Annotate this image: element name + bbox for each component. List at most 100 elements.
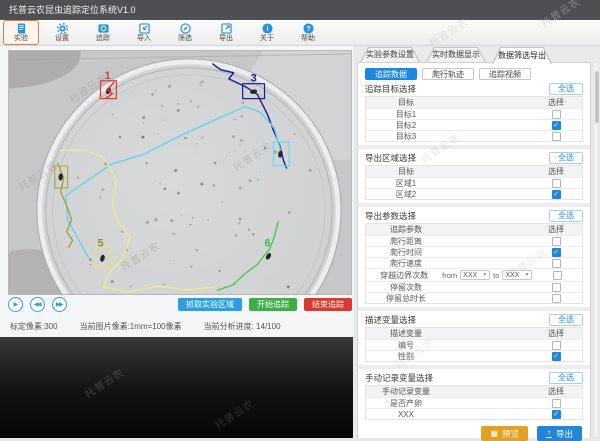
grid-icon: ▦ xyxy=(490,430,498,438)
row-checkbox[interactable] xyxy=(552,237,561,246)
row-label: 爬行时间 xyxy=(366,247,446,258)
toolbar-button-label: 设置 xyxy=(55,35,69,43)
toolbar-button-label: 筛选 xyxy=(178,35,192,43)
toolbar-button-help[interactable]: ?帮助 xyxy=(290,20,326,45)
tab-label: 实时数据显示 xyxy=(426,47,486,62)
selection-table: 目标选择区域1区域2 ✓ xyxy=(365,165,583,200)
toolbar-button-import[interactable]: 导入 xyxy=(126,20,162,45)
chevron-down-icon: ▼ xyxy=(524,272,529,278)
section-header: 导出区域选择全选 xyxy=(365,152,583,163)
subtab-tracking-video[interactable]: 追踪视频 xyxy=(479,68,531,80)
start-tracking-button[interactable]: 开始追踪 xyxy=(249,298,297,311)
table-header-row: 描述变量选择 xyxy=(366,328,582,339)
table-row: 爬行时间 ✓ xyxy=(366,246,582,257)
select-all-button[interactable]: 全选 xyxy=(549,83,583,95)
toolbar-button-label: 实验 xyxy=(14,35,28,43)
row-checkbox[interactable] xyxy=(553,271,562,280)
row-label: 区域2 xyxy=(366,189,446,200)
row-label: 穿越边界次数 xyxy=(366,270,442,281)
row-checkbox[interactable] xyxy=(552,341,561,350)
capture-region-button[interactable]: 抓取实验区域 xyxy=(178,298,242,311)
select-all-button[interactable]: 全选 xyxy=(549,372,583,384)
from-label: from xyxy=(442,271,457,280)
app-title: 托普云农昆虫追踪定位系统V1.0 xyxy=(9,5,136,15)
tab-experiment-params[interactable]: 实验参数设置 xyxy=(360,47,420,62)
toolbar-button-experiment[interactable]: 实验 xyxy=(3,20,39,45)
row-label: 停留总时长 xyxy=(366,293,446,304)
export-icon xyxy=(221,23,232,34)
table-row: 性别✓ xyxy=(366,350,582,361)
row-checkbox[interactable]: ✓ xyxy=(552,248,561,257)
table-row: 区域2 ✓ xyxy=(366,188,582,199)
toolbar-button-label: 导出 xyxy=(219,35,233,43)
column-header: 目标 xyxy=(366,166,446,177)
toolbar-button-track[interactable]: 追踪 xyxy=(85,20,121,45)
column-header: 追踪参数 xyxy=(366,224,446,235)
filter-icon xyxy=(180,23,191,34)
row-checkbox[interactable] xyxy=(552,294,561,303)
export-button[interactable]: ↑导出 xyxy=(537,426,582,441)
row-label: 是否产卵 xyxy=(366,398,446,409)
select-all-button[interactable]: 全选 xyxy=(549,210,583,222)
row-label: 区域1 xyxy=(366,178,446,189)
track-icon xyxy=(98,23,109,34)
select-all-button[interactable]: 全选 xyxy=(549,152,583,164)
scrollbar-thumb[interactable] xyxy=(595,71,599,123)
target-label-6: 6 xyxy=(265,237,271,249)
row-checkbox[interactable]: ✓ xyxy=(552,190,561,199)
section-header: 手动记录变量选择全选 xyxy=(365,372,583,383)
row-checkbox[interactable] xyxy=(552,132,561,141)
range-from-select[interactable]: XXX▼ xyxy=(460,270,490,280)
panel-scrollbar[interactable] xyxy=(593,62,599,438)
play-icon: ▶ xyxy=(13,301,16,308)
row-checkbox[interactable]: ✓ xyxy=(552,352,561,361)
row-label: 目标1 xyxy=(366,109,446,120)
stop-tracking-button[interactable]: 结束追踪 xyxy=(304,298,352,311)
section-divider xyxy=(358,203,590,207)
section-title: 描述变量选择 xyxy=(365,314,416,326)
subtab-tracking-data[interactable]: 追踪数据 xyxy=(365,68,417,80)
table-header-row: 目标选择 xyxy=(366,166,582,177)
selection-table: 手动记录变量选择是否产卵XXX✓ xyxy=(365,385,583,420)
play-button[interactable]: ▶ xyxy=(8,297,23,312)
row-checkbox[interactable] xyxy=(552,110,561,119)
target-label-5: 5 xyxy=(97,237,103,249)
section-header: 追踪目标选择全选 xyxy=(365,83,583,94)
toolbar-button-filter[interactable]: 筛选 xyxy=(167,20,203,45)
row-label: XXX xyxy=(366,410,446,419)
row-checkbox[interactable]: ✓ xyxy=(552,121,561,130)
export-settings-panel: 实验参数设置实时数据显示数据筛选导出 追踪数据爬行轨迹追踪视频追踪目标选择全选目… xyxy=(353,45,600,438)
tab-label: 实验参数设置 xyxy=(360,47,420,62)
video-viewport[interactable]: 1356 xyxy=(8,50,352,295)
selection-table: 描述变量选择编号性别✓ xyxy=(365,327,583,362)
row-checkbox[interactable]: ✓ xyxy=(552,410,561,419)
row-checkbox[interactable] xyxy=(552,283,561,292)
main-tab-bar: 实验参数设置实时数据显示数据筛选导出 xyxy=(360,47,558,63)
select-all-button[interactable]: 全选 xyxy=(549,314,583,326)
section-header: 导出参数选择全选 xyxy=(365,210,583,221)
tab-data-export[interactable]: 数据筛选导出 xyxy=(492,47,552,64)
experiment-icon xyxy=(16,23,27,34)
toolbar-button-settings[interactable]: 设置 xyxy=(44,20,80,45)
toolbar-button-label: 追踪 xyxy=(96,35,110,43)
target-label-3: 3 xyxy=(251,73,257,85)
table-row: 目标2✓ xyxy=(366,119,582,130)
rewind-button[interactable]: ◀◀ xyxy=(30,297,45,312)
table-header-row: 目标选择 xyxy=(366,97,582,108)
row-checkbox[interactable] xyxy=(552,399,561,408)
petri-dish-image: 1356 xyxy=(9,51,351,294)
table-row: XXX ✓ xyxy=(366,408,582,419)
toolbar-button-about[interactable]: i关于 xyxy=(249,20,285,45)
subtab-crawl-track[interactable]: 爬行轨迹 xyxy=(422,68,474,80)
status-item: 当前图片像素:1mm=100像素 xyxy=(80,321,182,332)
toolbar-button-export[interactable]: 导出 xyxy=(208,20,244,45)
panel-card: 追踪数据爬行轨迹追踪视频追踪目标选择全选目标选择目标1目标2✓目标3导出区域选择… xyxy=(357,62,591,438)
row-checkbox[interactable] xyxy=(552,259,561,268)
preview-button[interactable]: ▦预览 xyxy=(481,426,528,441)
forward-button[interactable]: ▶▶ xyxy=(52,297,67,312)
table-row: 穿越边界次数fromXXX▼toXXX▼ xyxy=(366,268,582,281)
to-label: to xyxy=(493,271,499,280)
tab-realtime-data[interactable]: 实时数据显示 xyxy=(426,47,486,62)
row-checkbox[interactable] xyxy=(552,179,561,188)
range-to-select[interactable]: XXX▼ xyxy=(502,270,532,280)
